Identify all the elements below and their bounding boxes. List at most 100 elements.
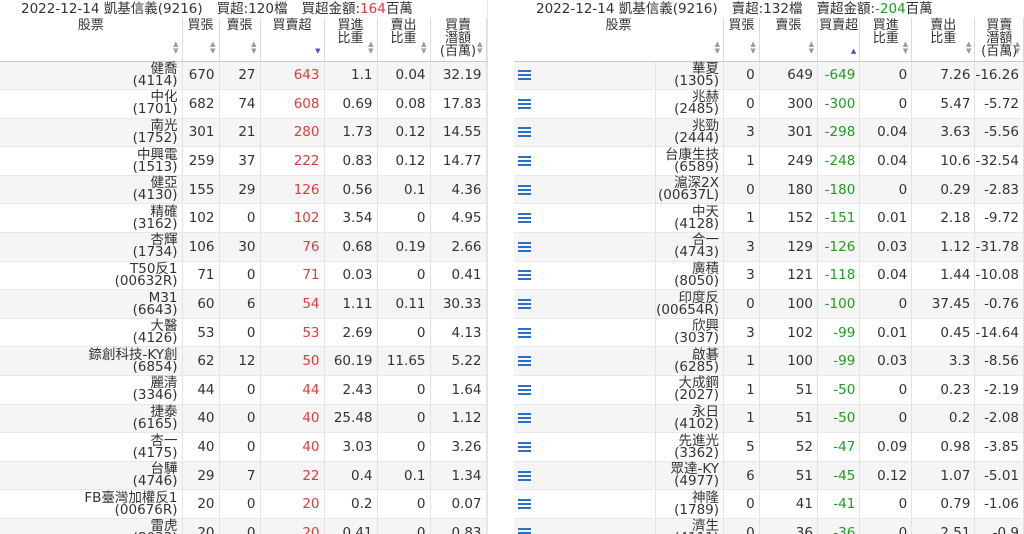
stock-cell[interactable]: 廣積 (8050) [655, 261, 725, 291]
list-icon[interactable] [518, 270, 531, 281]
col-buy-ratio[interactable]: 買進 比重 ▲ ▼ [859, 18, 913, 62]
row-detail-cell[interactable] [514, 289, 657, 319]
list-icon[interactable] [518, 213, 531, 224]
stock-cell[interactable]: 錼創科技-KY創 (6854) [0, 346, 183, 377]
table-row[interactable]: 捷泰 (6165) 40 0 40 25.48 0 1.12 [0, 404, 487, 434]
list-icon[interactable] [518, 184, 531, 195]
stock-cell[interactable]: 麗清 (3346) [0, 375, 183, 405]
stock-cell[interactable]: FB臺灣加權反1 (00676R) [0, 489, 183, 519]
table-row[interactable]: 台驊 (4746) 29 7 22 0.4 0.1 1.34 [0, 461, 487, 491]
sort-arrows-icon[interactable]: ▲ ▼ [421, 40, 426, 55]
stock-cell[interactable]: 濟生(4111) [655, 518, 725, 534]
table-row[interactable]: 雷虎(8033)200200.4100.83 [0, 518, 487, 534]
table-row[interactable]: 杏輝 (1734) 106 30 76 0.68 0.19 2.66 [0, 232, 487, 262]
stock-cell[interactable]: 南光 (1752) [0, 118, 183, 148]
row-detail-cell[interactable] [514, 89, 657, 119]
stock-cell[interactable]: 先進光 (3362) [655, 432, 725, 462]
table-row[interactable]: 永日 (4102) 1 51 -50 0 0.2 -2.08 [514, 404, 1024, 434]
table-row[interactable]: 中天 (4128) 1 152 -151 0.01 2.18 -9.72 [514, 203, 1024, 234]
sort-arrows-icon[interactable]: ▲ ▼ [173, 40, 178, 55]
stock-cell[interactable]: 神隆 (1789) [655, 489, 725, 519]
list-icon[interactable] [518, 442, 531, 453]
stock-cell[interactable]: 中興電 (1513) [0, 146, 183, 176]
table-row[interactable]: 合一 (4743) 3 129 -126 0.03 1.12 -31.78 [514, 232, 1024, 262]
list-icon[interactable] [518, 327, 531, 338]
stock-cell[interactable]: 欣興 (3037) [655, 318, 725, 348]
stock-cell[interactable]: 健亞 (4130) [0, 175, 183, 205]
table-row[interactable]: 先進光 (3362) 5 52 -47 0.09 0.98 -3.85 [514, 432, 1024, 462]
sort-arrows-icon[interactable]: ▲ ▼ [715, 40, 720, 55]
sort-arrows-icon[interactable]: ▲ ▼ [251, 40, 256, 55]
col-sell[interactable]: 賣張 ▲ ▼ [219, 18, 261, 62]
stock-cell[interactable]: 永日 (4102) [655, 404, 725, 434]
stock-cell[interactable]: 台驊 (4746) [0, 461, 183, 491]
stock-cell[interactable]: 華夏 (1305) [655, 61, 725, 91]
table-row[interactable]: 台康生技 (6589) 1 249 -248 0.04 10.6 -32.54 [514, 146, 1024, 176]
table-row[interactable]: M31 (6643) 60 6 54 1.11 0.11 30.33 [0, 289, 487, 319]
stock-cell[interactable]: 眾達-KY (4977) [655, 461, 725, 491]
table-row[interactable]: 精確 (3162) 102 0 102 3.54 0 4.95 [0, 203, 487, 234]
table-row[interactable]: 欣興 (3037) 3 102 -99 0.01 0.45 -14.64 [514, 318, 1024, 348]
table-row[interactable]: 中興電 (1513) 259 37 222 0.83 0.12 14.77 [0, 146, 487, 176]
sort-arrows-icon[interactable]: ▲ ▼ [750, 40, 755, 55]
table-row[interactable]: 神隆 (1789) 0 41 -41 0 0.79 -1.06 [514, 489, 1024, 519]
stock-cell[interactable]: 印度反 (00654R) [655, 289, 725, 319]
table-row[interactable]: 南光 (1752) 301 21 280 1.73 0.12 14.55 [0, 118, 487, 148]
stock-cell[interactable]: 台康生技 (6589) [655, 146, 725, 176]
stock-cell[interactable]: 捷泰 (6165) [0, 404, 183, 434]
col-net[interactable]: 買賣超 ▼ [260, 18, 325, 62]
stock-cell[interactable]: 兆勁 (2444) [655, 118, 725, 148]
stock-cell[interactable]: 健喬 (4114) [0, 61, 183, 91]
row-detail-cell[interactable] [514, 318, 657, 348]
list-icon[interactable] [518, 70, 531, 81]
table-row[interactable]: 兆勁 (2444) 3 301 -298 0.04 3.63 -5.56 [514, 118, 1024, 148]
table-row[interactable]: T50反1 (00632R) 71 0 71 0.03 0 0.41 [0, 261, 487, 291]
row-detail-cell[interactable] [514, 146, 657, 176]
col-sell-ratio[interactable]: 賣出 比重 ▲ ▼ [377, 18, 431, 62]
stock-cell[interactable]: 合一 (4743) [655, 232, 725, 262]
stock-cell[interactable]: 中化 (1701) [0, 89, 183, 119]
row-detail-cell[interactable] [514, 489, 657, 519]
row-detail-cell[interactable] [514, 61, 657, 91]
col-buy-ratio[interactable]: 買進 比重 ▲ ▼ [324, 18, 378, 62]
row-detail-cell[interactable] [514, 404, 657, 434]
stock-cell[interactable]: 大成鋼 (2027) [655, 375, 725, 405]
table-row[interactable]: 大成鋼 (2027) 1 51 -50 0 0.23 -2.19 [514, 375, 1024, 405]
row-detail-cell[interactable] [514, 346, 657, 377]
table-row[interactable]: 杏一 (4175) 40 0 40 3.03 0 3.26 [0, 432, 487, 462]
table-row[interactable]: 印度反 (00654R) 0 100 -100 0 37.45 -0.76 [514, 289, 1024, 319]
col-buy[interactable]: 買張 ▲ ▼ [723, 18, 760, 62]
table-row[interactable]: FB臺灣加權反1 (00676R) 20 0 20 0.2 0 0.07 [0, 489, 487, 519]
row-detail-cell[interactable] [514, 375, 657, 405]
list-icon[interactable] [518, 384, 531, 395]
table-row[interactable]: 滬深2X (00637L) 0 180 -180 0 0.29 -2.83 [514, 175, 1024, 205]
list-icon[interactable] [518, 241, 531, 252]
sort-asc-icon[interactable]: ▲ [851, 47, 856, 55]
stock-cell[interactable]: M31 (6643) [0, 289, 183, 319]
row-detail-cell[interactable] [514, 261, 657, 291]
col-potential[interactable]: 買賣 潛額 (百萬) ▲ ▼ [974, 18, 1024, 62]
table-row[interactable]: 健亞 (4130) 155 29 126 0.56 0.1 4.36 [0, 175, 487, 205]
list-icon[interactable] [518, 527, 531, 534]
table-row[interactable]: 兆赫 (2485) 0 300 -300 0 5.47 -5.72 [514, 89, 1024, 119]
stock-cell[interactable]: 精確 (3162) [0, 203, 183, 234]
col-stock[interactable]: 股票 ▲ ▼ [514, 18, 725, 62]
list-icon[interactable] [518, 299, 531, 310]
list-icon[interactable] [518, 156, 531, 167]
stock-cell[interactable]: 大醫 (4126) [0, 318, 183, 348]
stock-cell[interactable]: T50反1 (00632R) [0, 261, 183, 291]
sort-desc-icon[interactable]: ▼ [315, 47, 320, 55]
col-net[interactable]: 買賣超 ▲ [817, 18, 861, 62]
row-detail-cell[interactable] [514, 118, 657, 148]
list-icon[interactable] [518, 98, 531, 109]
sort-arrows-icon[interactable]: ▲ ▼ [368, 40, 373, 55]
row-detail-cell[interactable] [514, 518, 657, 534]
table-row[interactable]: 眾達-KY (4977) 6 51 -45 0.12 1.07 -5.01 [514, 461, 1024, 491]
stock-cell[interactable]: 雷虎(8033) [0, 518, 183, 534]
stock-cell[interactable]: 滬深2X (00637L) [655, 175, 725, 205]
stock-cell[interactable]: 中天 (4128) [655, 203, 725, 234]
table-row[interactable]: 濟生(4111)036-3602.51-0.9 [514, 518, 1024, 534]
row-detail-cell[interactable] [514, 461, 657, 491]
table-row[interactable]: 大醫 (4126) 53 0 53 2.69 0 4.13 [0, 318, 487, 348]
col-sell[interactable]: 賣張 ▲ ▼ [759, 18, 818, 62]
